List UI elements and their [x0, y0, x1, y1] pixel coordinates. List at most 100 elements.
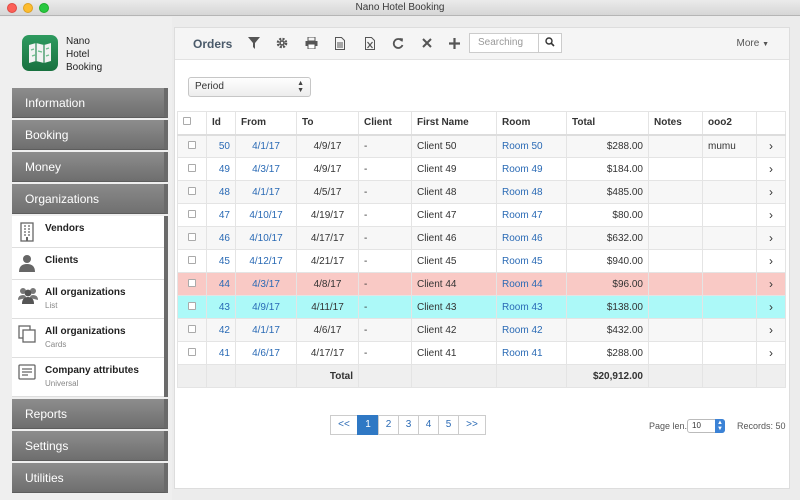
column-header-from[interactable]: From — [235, 111, 297, 136]
cell-from[interactable]: 4/1/17 — [235, 180, 297, 204]
period-select[interactable]: Period ▲ ▼ — [188, 77, 311, 97]
cell-id[interactable]: 41 — [206, 341, 236, 365]
row-open-button[interactable]: › — [756, 341, 786, 365]
submenu-item-vendors[interactable]: Vendors — [12, 216, 164, 248]
table-row[interactable]: 41 4/6/17 4/17/17- Client 41 Room 41 $288.00 › — [177, 341, 786, 365]
cell-id[interactable]: 48 — [206, 180, 236, 204]
cell-from[interactable]: 4/1/17 — [235, 318, 297, 342]
menu-information[interactable]: Information — [12, 88, 168, 118]
add-icon[interactable] — [447, 36, 461, 50]
pagination-page-3[interactable]: 3 — [398, 415, 419, 435]
row-open-button[interactable]: › — [756, 203, 786, 227]
cell-id[interactable]: 44 — [206, 272, 236, 296]
cell-room[interactable]: Room 45 — [496, 249, 567, 273]
filter-icon[interactable] — [247, 36, 261, 50]
row-checkbox[interactable] — [188, 186, 196, 195]
row-open-button[interactable]: › — [756, 226, 786, 250]
cell-room[interactable]: Room 50 — [496, 134, 567, 158]
row-open-button[interactable]: › — [756, 157, 786, 181]
pagination-page-4[interactable]: 4 — [418, 415, 439, 435]
row-checkbox[interactable] — [188, 324, 196, 333]
submenu-item-company-attributes[interactable]: Company attributes Universal — [12, 358, 164, 397]
cell-room[interactable]: Room 43 — [496, 295, 567, 319]
table-row[interactable]: 49 4/3/17 4/9/17- Client 49 Room 49 $184.00 › — [177, 157, 786, 181]
select-all-checkbox[interactable] — [183, 117, 191, 126]
menu-booking[interactable]: Booking — [12, 120, 168, 150]
document-icon[interactable] — [333, 36, 347, 50]
cell-id[interactable]: 49 — [206, 157, 236, 181]
table-row[interactable]: 48 4/1/17 4/5/17- Client 48 Room 48 $485.00 › — [177, 180, 786, 204]
menu-money[interactable]: Money — [12, 152, 168, 182]
cell-from[interactable]: 4/3/17 — [235, 272, 297, 296]
cell-from[interactable]: 4/3/17 — [235, 157, 297, 181]
row-open-button[interactable]: › — [756, 180, 786, 204]
cell-id[interactable]: 42 — [206, 318, 236, 342]
cell-room[interactable]: Room 48 — [496, 180, 567, 204]
cell-room[interactable]: Room 41 — [496, 341, 567, 365]
row-checkbox[interactable] — [188, 140, 196, 149]
more-dropdown[interactable]: More ▼ — [736, 38, 769, 49]
row-checkbox[interactable] — [188, 255, 196, 264]
row-checkbox[interactable] — [188, 232, 196, 241]
cell-room[interactable]: Room 42 — [496, 318, 567, 342]
column-header-to[interactable]: To — [296, 111, 359, 136]
row-open-button[interactable]: › — [756, 318, 786, 342]
column-header-ooo2[interactable]: ooo2 — [702, 111, 757, 136]
zoom-window-button[interactable] — [39, 3, 49, 13]
refresh-icon[interactable] — [391, 36, 405, 50]
table-row[interactable]: 42 4/1/17 4/6/17- Client 42 Room 42 $432.00 › — [177, 318, 786, 342]
cell-id[interactable]: 46 — [206, 226, 236, 250]
pagination-page-5[interactable]: 5 — [438, 415, 459, 435]
excel-icon[interactable] — [363, 36, 377, 50]
table-row[interactable]: 45 4/12/17 4/21/17- Client 45 Room 45 $940.00… — [177, 249, 786, 273]
page-length-select[interactable]: 10 ▲ ▼ — [687, 419, 725, 433]
cell-room[interactable]: Room 44 — [496, 272, 567, 296]
cell-from[interactable]: 4/1/17 — [235, 134, 297, 158]
row-open-button[interactable]: › — [756, 134, 786, 158]
pagination-page-1[interactable]: 1 — [357, 415, 379, 435]
row-checkbox[interactable] — [188, 301, 196, 310]
table-row[interactable]: 44 4/3/17 4/8/17- Client 44 Room 44 $96.00 › — [177, 272, 786, 296]
pagination-last-button[interactable]: >> — [458, 415, 486, 435]
menu-organizations[interactable]: Organizations — [12, 184, 168, 214]
table-row[interactable]: 43 4/9/17 4/11/17- Client 43 Room 43 $138.00 › — [177, 295, 786, 319]
gear-icon[interactable] — [275, 36, 289, 50]
cell-room[interactable]: Room 47 — [496, 203, 567, 227]
table-row[interactable]: 50 4/1/17 4/9/17- Client 50 Room 50 $288.00 mu… — [177, 134, 786, 158]
menu-reports[interactable]: Reports — [12, 399, 168, 429]
pagination-first-button[interactable]: << — [330, 415, 358, 435]
cell-from[interactable]: 4/6/17 — [235, 341, 297, 365]
cell-from[interactable]: 4/9/17 — [235, 295, 297, 319]
close-window-button[interactable] — [7, 3, 17, 13]
column-header-id[interactable]: Id — [206, 111, 236, 136]
cell-id[interactable]: 45 — [206, 249, 236, 273]
column-header-notes[interactable]: Notes — [648, 111, 703, 136]
column-header-room[interactable]: Room — [496, 111, 567, 136]
menu-utilities[interactable]: Utilities — [12, 463, 168, 493]
row-checkbox[interactable] — [188, 209, 196, 218]
table-row[interactable]: 47 4/10/17 4/19/17- Client 47 Room 47 $80.00 › — [177, 203, 786, 227]
cell-id[interactable]: 47 — [206, 203, 236, 227]
row-checkbox[interactable] — [188, 278, 196, 287]
column-header-total[interactable]: Total — [566, 111, 649, 136]
cell-id[interactable]: 43 — [206, 295, 236, 319]
cell-from[interactable]: 4/12/17 — [235, 249, 297, 273]
submenu-item-all-organizations-list[interactable]: All organizations List — [12, 280, 164, 319]
cell-from[interactable]: 4/10/17 — [235, 226, 297, 250]
row-checkbox[interactable] — [188, 347, 196, 356]
row-open-button[interactable]: › — [756, 272, 786, 296]
print-icon[interactable] — [304, 36, 318, 50]
row-open-button[interactable]: › — [756, 295, 786, 319]
delete-icon[interactable] — [420, 36, 434, 50]
search-input[interactable]: Searching — [469, 33, 539, 53]
submenu-item-clients[interactable]: Clients — [12, 248, 164, 280]
row-open-button[interactable]: › — [756, 249, 786, 273]
search-button[interactable] — [538, 33, 562, 53]
row-checkbox[interactable] — [188, 163, 196, 172]
submenu-item-all-organizations-cards[interactable]: All organizations Cards — [12, 319, 164, 358]
cell-room[interactable]: Room 49 — [496, 157, 567, 181]
cell-from[interactable]: 4/10/17 — [235, 203, 297, 227]
cell-room[interactable]: Room 46 — [496, 226, 567, 250]
cell-id[interactable]: 50 — [206, 134, 236, 158]
column-header-first-name[interactable]: First Name — [411, 111, 497, 136]
